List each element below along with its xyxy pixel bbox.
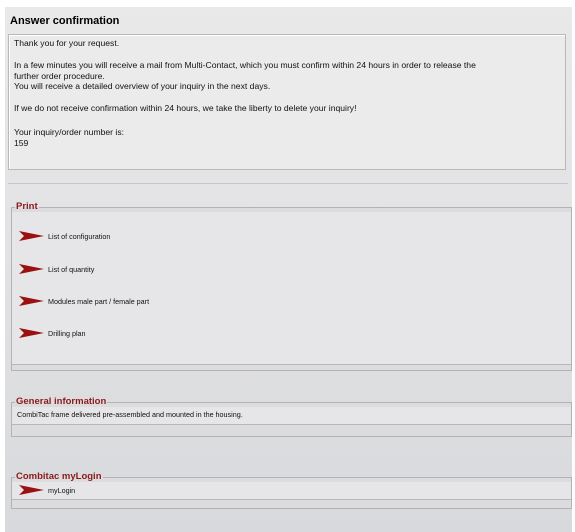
deletion-warning-text: If we do not receive confirmation within…: [14, 103, 357, 113]
mail-info-text: In a few minutes you will receive a mail…: [14, 60, 476, 70]
print-modules-link[interactable]: Modules male part / female part: [18, 295, 149, 307]
link-label: myLogin: [48, 485, 76, 495]
print-list-of-quantity-link[interactable]: List of quantity: [18, 263, 94, 275]
general-information-text: CombiTac frame delivered pre-assembled a…: [17, 410, 243, 419]
general-information-legend: General information: [16, 396, 107, 407]
overview-info-text: You will receive a detailed overview of …: [14, 81, 271, 91]
page-container: Answer confirmation Thank you for your r…: [5, 7, 572, 532]
link-label: List of quantity: [48, 264, 95, 274]
arrow-right-icon: [19, 264, 44, 274]
confirmation-message-box: Thank you for your request. In a few min…: [8, 34, 566, 170]
mail-info-text-continued: further order procedure.: [14, 70, 105, 81]
print-links-panel: List of configuration List of quantity M…: [12, 212, 571, 365]
order-number-label: Your inquiry/order number is:: [14, 127, 125, 137]
print-legend: Print: [16, 201, 38, 212]
mylogin-group: Combitac myLogin myLogin: [11, 472, 572, 509]
arrow-right-icon: [19, 231, 44, 241]
general-information-panel: CombiTac frame delivered pre-assembled a…: [12, 407, 571, 425]
page-title: Answer confirmation: [10, 15, 120, 27]
arrow-right-icon: [19, 296, 44, 306]
divider: [8, 183, 568, 184]
mylogin-link[interactable]: myLogin: [18, 484, 75, 496]
arrow-right-icon: [19, 485, 44, 495]
thank-you-text: Thank you for your request.: [14, 38, 120, 48]
print-group: Print List of configuration List of quan…: [11, 202, 572, 371]
link-label: Modules male part / female part: [48, 296, 150, 306]
link-label: List of configuration: [48, 231, 111, 241]
mylogin-panel: myLogin: [12, 482, 571, 500]
link-label: Drilling plan: [48, 328, 86, 338]
order-number-value: 159: [14, 137, 29, 148]
arrow-right-icon: [19, 328, 44, 338]
mylogin-legend: Combitac myLogin: [16, 471, 102, 482]
print-list-of-configuration-link[interactable]: List of configuration: [18, 230, 110, 242]
general-information-group: General information CombiTac frame deliv…: [11, 397, 572, 437]
print-drilling-plan-link[interactable]: Drilling plan: [18, 327, 86, 339]
